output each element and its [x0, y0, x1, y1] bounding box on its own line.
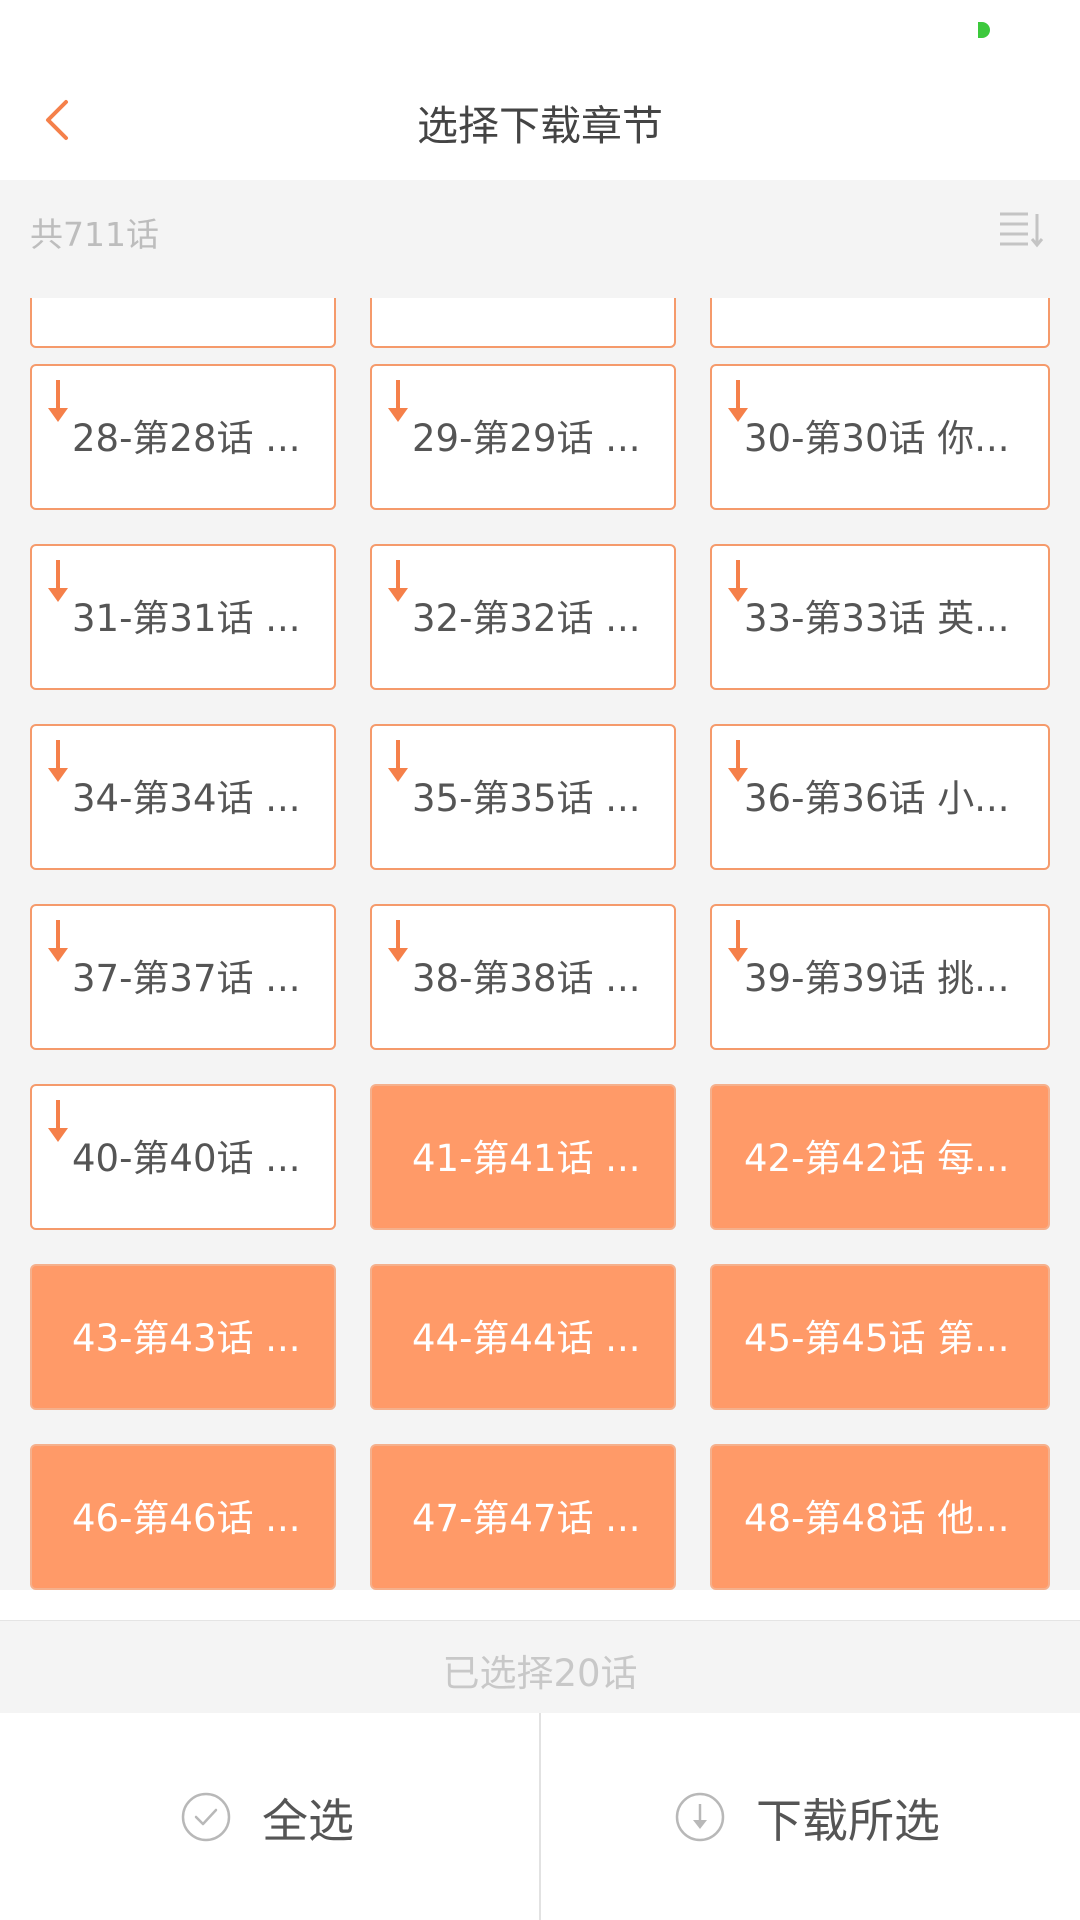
chapter-label: 32-第32话 ... [412, 597, 641, 640]
download-arrow-icon [48, 920, 68, 962]
chapter-tile[interactable]: 28-第28话 ... [30, 364, 336, 510]
check-circle-icon [181, 1792, 231, 1842]
chapter-tile[interactable]: 39-第39话 挑... [710, 904, 1050, 1050]
download-arrow-icon [48, 740, 68, 782]
status-indicator-icon [978, 22, 990, 38]
download-arrow-icon [388, 380, 408, 422]
download-arrow-icon [48, 1100, 68, 1142]
sort-list-icon [1000, 212, 1044, 248]
chapter-tile[interactable]: 45-第45话 第... [710, 1264, 1050, 1410]
navigation-bar: 选择下载章节 [0, 60, 1080, 180]
chapter-tile[interactable]: 38-第38话 ... [370, 904, 676, 1050]
chapter-tile[interactable]: 34-第34话 ... [30, 724, 336, 870]
chapter-label: 36-第36话 小... [744, 777, 1010, 820]
chapter-label: 39-第39话 挑... [744, 957, 1010, 1000]
chapter-label: 33-第33话 英... [744, 597, 1010, 640]
status-bar [0, 0, 1080, 60]
download-arrow-icon [388, 560, 408, 602]
chapter-label: 28-第28话 ... [72, 417, 301, 460]
chapter-tile[interactable]: 44-第44话 ... [370, 1264, 676, 1410]
download-arrow-icon [48, 560, 68, 602]
chapter-tile[interactable] [30, 298, 336, 348]
chapter-tile[interactable]: 42-第42话 每... [710, 1084, 1050, 1230]
selection-summary-bar: 已选择20话 [0, 1620, 1080, 1714]
select-all-button[interactable]: 全选 [0, 1713, 539, 1920]
chapter-tile[interactable]: 36-第36话 小... [710, 724, 1050, 870]
chapter-tile[interactable]: 29-第29话 ... [370, 364, 676, 510]
chapter-tile[interactable]: 33-第33话 英... [710, 544, 1050, 690]
chapter-label: 43-第43话 ... [72, 1317, 301, 1360]
chapter-tile[interactable]: 32-第32话 ... [370, 544, 676, 690]
download-selected-label: 下载所选 [756, 1794, 940, 1848]
chapter-grid: 28-第28话 ... 29-第29话 ... 30-第30话 你... 31-第31… [0, 298, 1080, 1590]
chapter-label: 37-第37话 ... [72, 957, 301, 1000]
download-arrow-icon [388, 920, 408, 962]
chapter-label: 42-第42话 每... [744, 1137, 1010, 1180]
chapter-tile[interactable]: 46-第46话 ... [30, 1444, 336, 1590]
chapter-label: 34-第34话 ... [72, 777, 301, 820]
chapter-tile[interactable] [370, 298, 676, 348]
chapter-label: 38-第38话 ... [412, 957, 641, 1000]
chapter-tile[interactable]: 30-第30话 你... [710, 364, 1050, 510]
download-arrow-icon [48, 380, 68, 422]
chapter-label: 29-第29话 ... [412, 417, 641, 460]
chapter-tile[interactable]: 40-第40话 ... [30, 1084, 336, 1230]
chapter-count: 共711话 [30, 215, 159, 254]
chapter-tile[interactable]: 31-第31话 ... [30, 544, 336, 690]
bottom-action-bar: 全选 下载所选 [0, 1713, 1080, 1920]
chapter-tile[interactable]: 35-第35话 ... [370, 724, 676, 870]
select-all-label: 全选 [262, 1794, 354, 1848]
chapter-label: 40-第40话 ... [72, 1137, 301, 1180]
sort-button[interactable] [996, 204, 1046, 254]
chapter-label: 30-第30话 你... [744, 417, 1010, 460]
chapter-summary-bar: 共711话 [0, 180, 1080, 298]
chapter-label: 45-第45话 第... [744, 1317, 1010, 1360]
chapter-tile[interactable]: 47-第47话 ... [370, 1444, 676, 1590]
chapter-label: 48-第48话 他... [744, 1497, 1010, 1540]
chapter-tile[interactable]: 37-第37话 ... [30, 904, 336, 1050]
chapter-tile[interactable]: 41-第41话 ... [370, 1084, 676, 1230]
download-arrow-icon [388, 740, 408, 782]
chapter-label: 35-第35话 ... [412, 777, 641, 820]
selected-count: 已选择20话 [442, 1652, 638, 1695]
chapter-tile[interactable] [710, 298, 1050, 348]
chapter-label: 31-第31话 ... [72, 597, 301, 640]
chapter-label: 46-第46话 ... [72, 1497, 301, 1540]
download-circle-icon [675, 1792, 725, 1842]
page-title: 选择下载章节 [417, 102, 663, 150]
download-selected-button[interactable]: 下载所选 [541, 1713, 1080, 1920]
chapter-tile[interactable]: 48-第48话 他... [710, 1444, 1050, 1590]
chapter-label: 47-第47话 ... [412, 1497, 641, 1540]
chapter-label: 44-第44话 ... [412, 1317, 641, 1360]
chapter-label: 41-第41话 ... [412, 1137, 641, 1180]
chapter-tile[interactable]: 43-第43话 ... [30, 1264, 336, 1410]
